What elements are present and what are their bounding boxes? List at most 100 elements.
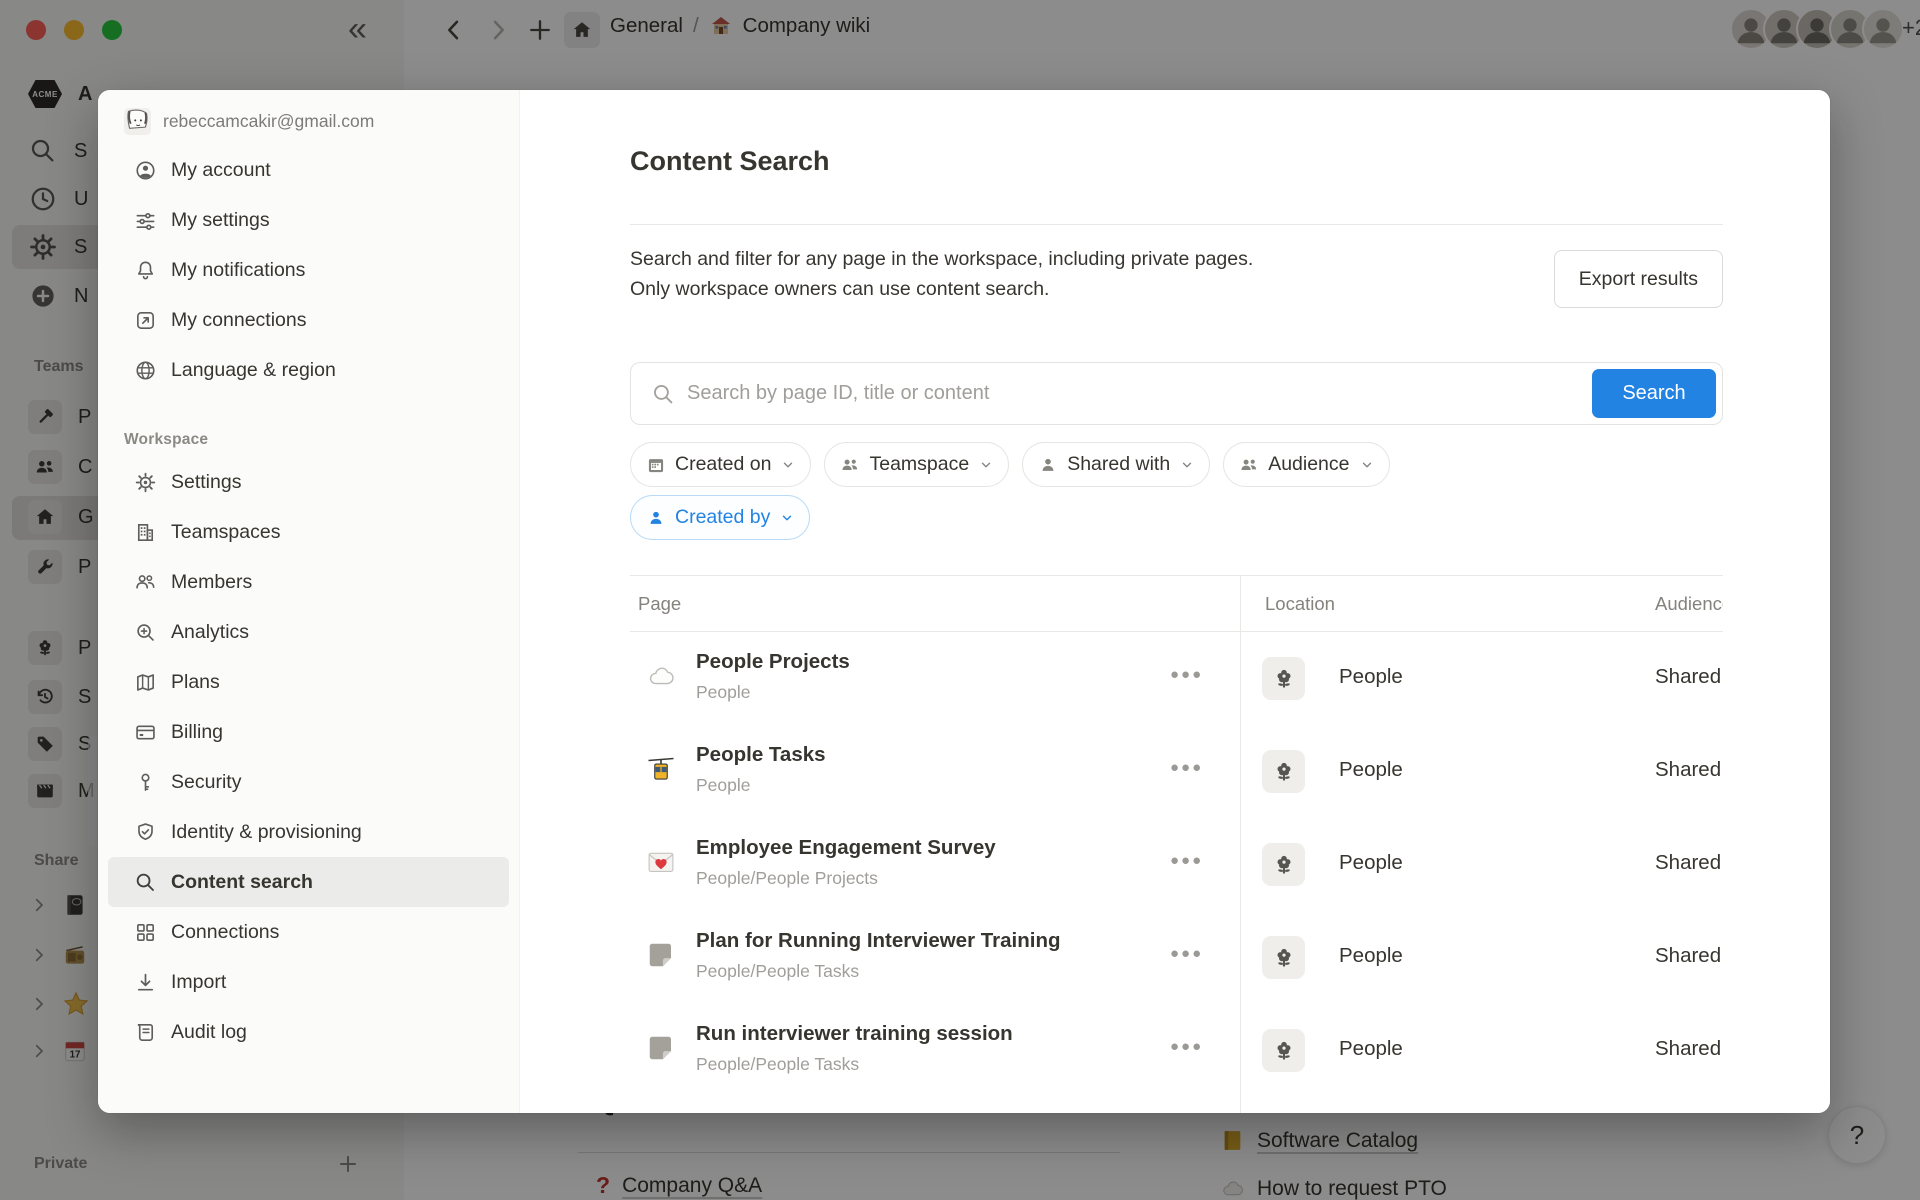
page-title: Run interviewer training session [696,1022,1013,1046]
audience-value: Shared [1655,665,1721,689]
settings-nav-connections[interactable]: Connections [108,907,509,957]
search-icon [651,382,676,407]
panel-title: Content Search [630,146,830,177]
filter-shared-with[interactable]: Shared with [1022,442,1210,487]
cloud-icon [646,661,676,691]
grid-icon [134,921,157,944]
results-table: Page Location Audience People Projects P… [630,575,1723,1113]
location-cell: People [1240,725,1655,818]
table-row[interactable]: People Tasks People ●●● People Shared [630,725,1723,818]
filter-label: Created by [675,506,770,529]
page-cell[interactable]: Plan for Running Interviewer Training Pe… [630,911,1240,1004]
row-menu-icon[interactable]: ●●● [1170,945,1203,962]
nav-label: My notifications [171,259,305,282]
chevron-down-icon [781,458,795,472]
page-cell[interactable]: Run interviewer training session People/… [630,1004,1240,1097]
page-path: People [696,775,751,796]
nav-label: My account [171,159,271,182]
settings-nav-content-search[interactable]: Content search [108,857,509,907]
page-title: People Projects [696,650,850,674]
filter-audience[interactable]: Audience [1223,442,1389,487]
audience-cell: Shared [1655,818,1723,911]
credit-card-icon [134,721,157,744]
settings-nav-my-notifications[interactable]: My notifications [108,245,509,295]
bell-icon [134,259,157,282]
audience-value: Shared [1655,851,1721,875]
location-cell: People [1240,911,1655,1004]
settings-sidebar: rebeccamcakir@gmail.com My account My se… [98,90,520,1113]
settings-nav-security[interactable]: Security [108,757,509,807]
filter-label: Audience [1268,453,1349,476]
audience-cell: Shared [1655,632,1723,725]
audience-value: Shared [1655,944,1721,968]
chevron-down-icon [979,458,993,472]
location-name: People [1339,944,1403,968]
page-cell[interactable]: People Tasks People ●●● [630,725,1240,818]
settings-nav-my-account[interactable]: My account [108,145,509,195]
settings-nav-analytics[interactable]: Analytics [108,607,509,657]
content-search-bar: Search [630,362,1723,425]
page-cell[interactable]: Employee Engagement Survey People/People… [630,818,1240,911]
filter-chips-row: Created on Teamspace Shared with Audienc… [630,442,1390,487]
page-path: People/People Tasks [696,1054,859,1075]
nav-label: Identity & provisioning [171,821,362,844]
audience-cell: Shared [1655,1004,1723,1097]
key-icon [134,771,157,794]
building-icon [134,521,157,544]
table-header: Page Location Audience [630,575,1723,632]
table-row[interactable]: Employee Engagement Survey People/People… [630,818,1723,911]
people-icon [1239,455,1259,475]
settings-nav-language-region[interactable]: Language & region [108,345,509,395]
filter-teamspace[interactable]: Teamspace [824,442,1009,487]
account-avatar [124,108,151,135]
download-icon [134,971,157,994]
row-menu-icon[interactable]: ●●● [1170,1038,1203,1055]
nav-label: Members [171,571,252,594]
content-search-input[interactable] [687,363,1572,424]
row-menu-icon[interactable]: ●●● [1170,852,1203,869]
search-submit-button[interactable]: Search [1592,369,1716,418]
nav-label: Security [171,771,241,794]
nav-label: Teamspaces [171,521,280,544]
nav-label: Analytics [171,621,249,644]
settings-nav-identity-provisioning[interactable]: Identity & provisioning [108,807,509,857]
settings-nav-my-settings[interactable]: My settings [108,195,509,245]
settings-nav-my-connections[interactable]: My connections [108,295,509,345]
gear-icon [134,471,157,494]
table-row[interactable]: People Projects People ●●● People Shared [630,632,1723,725]
nav-label: Language & region [171,359,336,382]
table-row[interactable]: Plan for Running Interviewer Training Pe… [630,911,1723,1004]
account-header: rebeccamcakir@gmail.com [98,104,519,145]
audience-cell: Shared [1655,911,1723,1004]
settings-nav-billing[interactable]: Billing [108,707,509,757]
audience-value: Shared [1655,758,1721,782]
filter-created-on[interactable]: Created on [630,442,811,487]
row-menu-icon[interactable]: ●●● [1170,666,1203,683]
location-name: People [1339,851,1403,875]
tramway-icon [646,754,676,784]
export-results-button[interactable]: Export results [1554,250,1723,308]
location-name: People [1339,1037,1403,1061]
page-cell[interactable]: People Projects People ●●● [630,632,1240,725]
settings-nav-members[interactable]: Members [108,557,509,607]
settings-nav-settings[interactable]: Settings [108,457,509,507]
settings-nav-teamspaces[interactable]: Teamspaces [108,507,509,557]
row-menu-icon[interactable]: ●●● [1170,759,1203,776]
shield-check-icon [134,821,157,844]
location-cell: People [1240,632,1655,725]
nav-label: My connections [171,309,306,332]
location-name: People [1339,665,1403,689]
nav-label: Connections [171,921,279,944]
search-icon [134,871,157,894]
settings-nav-import[interactable]: Import [108,957,509,1007]
settings-nav-audit-log[interactable]: Audit log [108,1007,509,1057]
nav-label: Content search [171,871,313,894]
nav-label: Plans [171,671,220,694]
settings-nav-plans[interactable]: Plans [108,657,509,707]
table-row[interactable]: Run interviewer training session People/… [630,1004,1723,1097]
title-divider [630,224,1723,225]
filter-label: Teamspace [869,453,969,476]
sliders-icon [134,209,157,232]
filter-created-by[interactable]: Created by [630,495,810,540]
chevron-down-icon [1360,458,1374,472]
